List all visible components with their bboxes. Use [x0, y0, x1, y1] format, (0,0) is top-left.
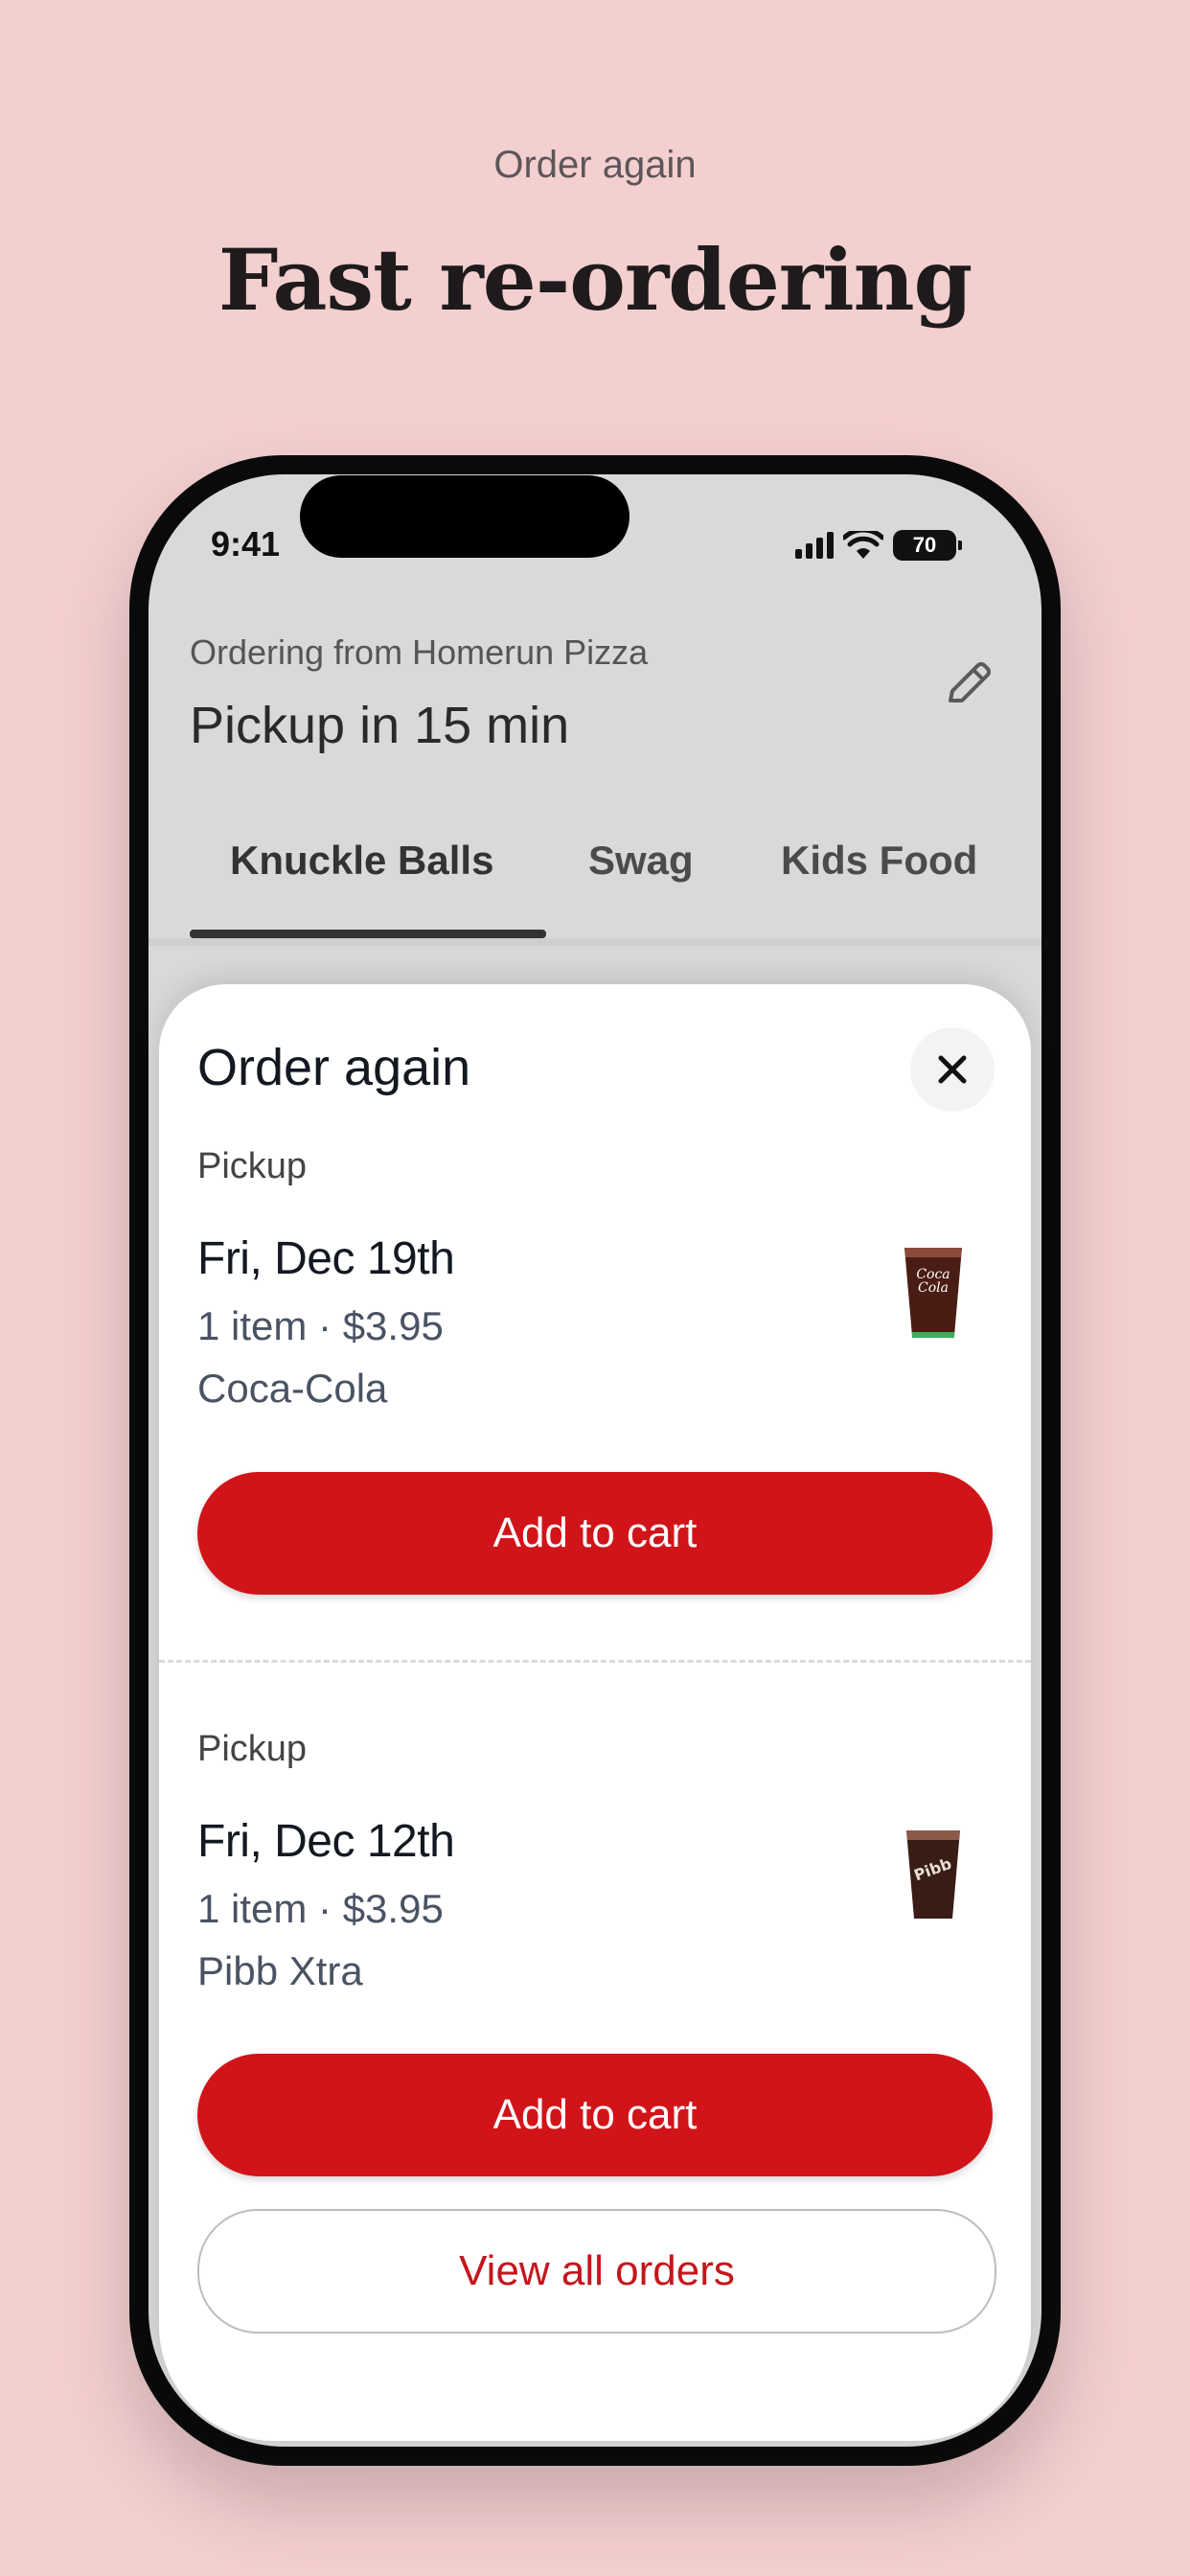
- order-summary: 1 item · $3.95: [197, 1886, 444, 1931]
- close-icon: [938, 1055, 967, 1084]
- svg-text:Cola: Cola: [918, 1280, 949, 1296]
- order-item-name: Coca-Cola: [197, 1366, 388, 1411]
- promo-eyebrow: Order again: [493, 144, 697, 186]
- order-separator: [159, 1660, 1031, 1663]
- tab-kids-food[interactable]: Kids Food: [781, 838, 977, 884]
- sheet-title: Order again: [197, 1039, 471, 1096]
- order-item-name: Pibb Xtra: [197, 1948, 363, 1993]
- view-all-orders-button[interactable]: View all orders: [197, 2209, 996, 2334]
- pibb-xtra-cup-icon: Pibb: [906, 1830, 960, 1919]
- promo-headline: Fast re-ordering: [217, 230, 973, 330]
- battery-icon: 70: [893, 530, 962, 561]
- status-time: 9:41: [211, 524, 281, 564]
- order-type-label: Pickup: [197, 1729, 308, 1769]
- order-date: Fri, Dec 12th: [197, 1816, 455, 1867]
- tab-swag[interactable]: Swag: [588, 838, 694, 884]
- order-summary: 1 item · $3.95: [197, 1303, 444, 1348]
- order-type-label: Pickup: [197, 1146, 308, 1186]
- cellular-signal-icon: [795, 532, 834, 559]
- order-date: Fri, Dec 19th: [197, 1233, 455, 1284]
- active-tab-indicator: [190, 930, 546, 938]
- add-to-cart-button[interactable]: Add to cart: [197, 1472, 993, 1595]
- battery-level: 70: [912, 533, 937, 557]
- ordering-from-label: Ordering from Homerun Pizza: [190, 632, 649, 672]
- status-icons: 70: [795, 530, 962, 561]
- pickup-time: Pickup in 15 min: [190, 697, 570, 754]
- category-tabs: Knuckle Balls Swag Kids Food: [190, 838, 1042, 943]
- add-to-cart-button[interactable]: Add to cart: [197, 2054, 993, 2176]
- pencil-icon[interactable]: [941, 655, 996, 710]
- coca-cola-cup-icon: Coca Cola: [904, 1248, 962, 1338]
- wifi-icon: [843, 531, 883, 559]
- tab-knuckle-balls[interactable]: Knuckle Balls: [230, 838, 493, 884]
- close-button[interactable]: [910, 1027, 995, 1112]
- tab-divider: [149, 938, 1041, 946]
- dynamic-island: [300, 475, 629, 558]
